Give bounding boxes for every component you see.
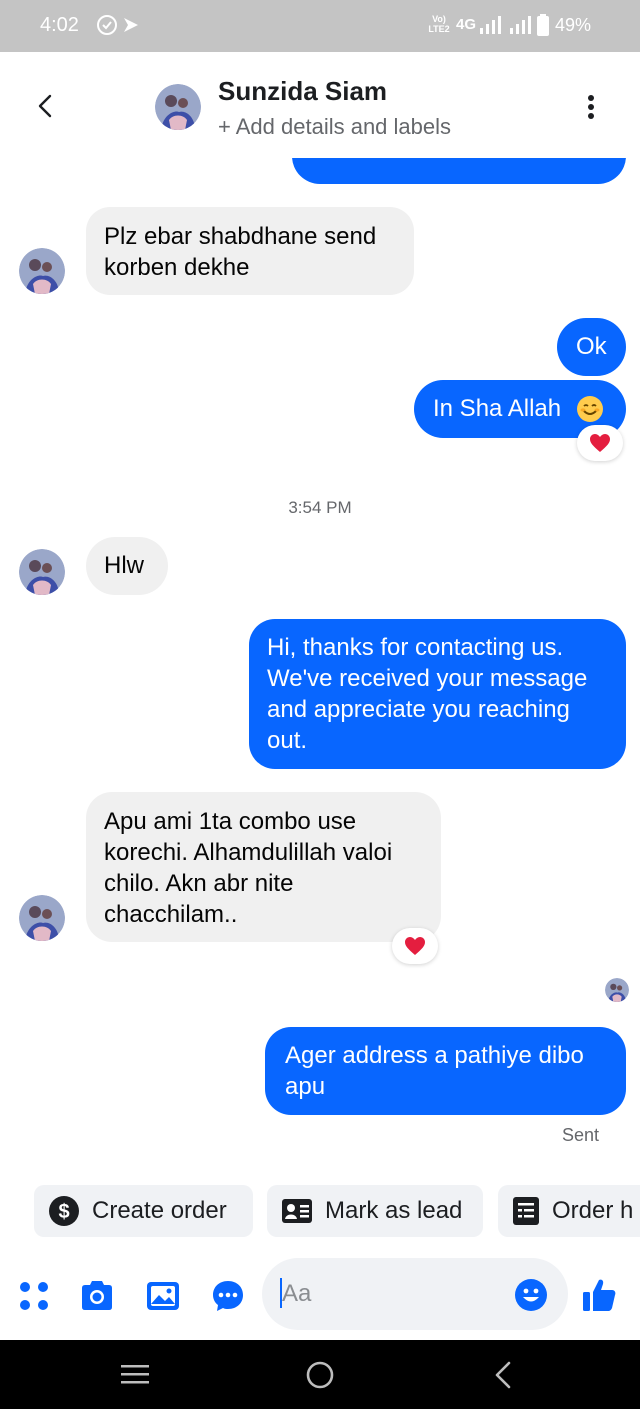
order-history-button[interactable]: Order h (498, 1185, 640, 1237)
message-line: Apu ami 1ta combo use (104, 808, 357, 835)
message-input[interactable]: Aa (262, 1258, 568, 1330)
message-bubble-outgoing[interactable] (292, 158, 626, 184)
message-line: chacchilam.. (104, 901, 238, 928)
back-button[interactable] (32, 90, 60, 122)
status-time: 4:02 (40, 14, 79, 36)
signal-strength-icon (480, 16, 501, 34)
contact-avatar[interactable] (155, 84, 201, 130)
mark-as-lead-label: Mark as lead (325, 1197, 463, 1224)
order-history-label: Order h (552, 1197, 634, 1224)
read-receipt-avatar (605, 978, 629, 1002)
smiling-face-emoji-icon (577, 396, 603, 422)
message-line: Ok (576, 333, 607, 360)
message-line: Ager address a pathiye dibo (285, 1042, 584, 1069)
message-line: We've received your message (267, 665, 588, 692)
quick-actions-bar[interactable]: $ Create order Mark as lead Order h (0, 1182, 640, 1240)
message-bubble-incoming[interactable]: Apu ami 1ta combo use korechi. Alhamduli… (86, 792, 441, 942)
heart-reaction[interactable] (392, 928, 438, 964)
message-line: In Sha Allah (433, 395, 562, 422)
message-line: out. (267, 727, 308, 754)
message-composer: Aa (0, 1250, 640, 1340)
volte-indicator: Vo) LTE2 (428, 14, 450, 34)
order-history-icon (513, 1197, 539, 1225)
location-arrow-icon (124, 18, 138, 32)
status-bar: 4:02 Vo) LTE2 4G 49% (0, 0, 640, 52)
dollar-icon: $ (49, 1196, 79, 1226)
emoji-icon[interactable] (514, 1278, 548, 1312)
battery-percent: 49% (555, 15, 592, 35)
message-list[interactable]: Plz ebar shabdhane send korben dekhe Ok … (0, 158, 640, 1178)
message-line: Hi, thanks for contacting us. (267, 634, 564, 661)
create-order-label: Create order (92, 1197, 227, 1224)
svg-text:$: $ (58, 1201, 69, 1223)
more-options-icon[interactable] (580, 92, 602, 122)
message-timestamp: 3:54 PM (288, 498, 352, 517)
contact-avatar-small (19, 549, 65, 595)
message-line: Hlw (104, 552, 144, 579)
contact-avatar-small (19, 895, 65, 941)
image-icon[interactable] (145, 1278, 181, 1314)
like-icon[interactable] (580, 1276, 618, 1314)
message-line: Plz ebar shabdhane send (104, 223, 377, 250)
home-icon[interactable] (305, 1360, 335, 1390)
message-bubble-incoming[interactable]: Plz ebar shabdhane send korben dekhe (86, 207, 414, 295)
sent-status: Sent (562, 1125, 600, 1145)
message-line: and appreciate you reaching (267, 696, 570, 723)
heart-icon (405, 937, 425, 955)
heart-icon (590, 434, 610, 452)
add-details-link[interactable]: + Add details and labels (218, 114, 451, 140)
battery-icon (537, 14, 549, 36)
signal-strength-icon (510, 16, 531, 34)
message-input-placeholder: Aa (282, 1280, 312, 1307)
back-nav-icon[interactable] (492, 1360, 514, 1390)
recent-apps-icon[interactable] (120, 1360, 150, 1388)
system-navigation-bar (0, 1340, 640, 1409)
contact-avatar-small (19, 248, 65, 294)
message-bubble-outgoing[interactable]: Ok (557, 318, 626, 376)
message-line: chilo. Akn abr nite (104, 870, 294, 897)
message-line: korben dekhe (104, 254, 250, 281)
chat-bubble-icon[interactable] (210, 1278, 246, 1314)
message-line: korechi. Alhamdulillah valoi (104, 839, 393, 866)
network-type: 4G (456, 16, 477, 33)
create-order-button[interactable]: $ Create order (34, 1185, 253, 1237)
mark-as-lead-button[interactable]: Mark as lead (267, 1185, 483, 1237)
conversation-header: Sunzida Siam + Add details and labels (0, 52, 640, 158)
data-saver-icon (97, 15, 117, 35)
id-card-icon (282, 1199, 312, 1223)
contact-name[interactable]: Sunzida Siam (218, 76, 387, 107)
heart-reaction[interactable] (577, 425, 623, 461)
message-bubble-incoming[interactable]: Hlw (86, 537, 168, 595)
message-bubble-outgoing[interactable]: Hi, thanks for contacting us. We've rece… (249, 619, 626, 769)
message-line: apu (285, 1073, 326, 1100)
apps-icon[interactable] (16, 1278, 52, 1314)
camera-icon[interactable] (79, 1278, 115, 1314)
message-bubble-outgoing[interactable]: Ager address a pathiye dibo apu (265, 1027, 626, 1115)
